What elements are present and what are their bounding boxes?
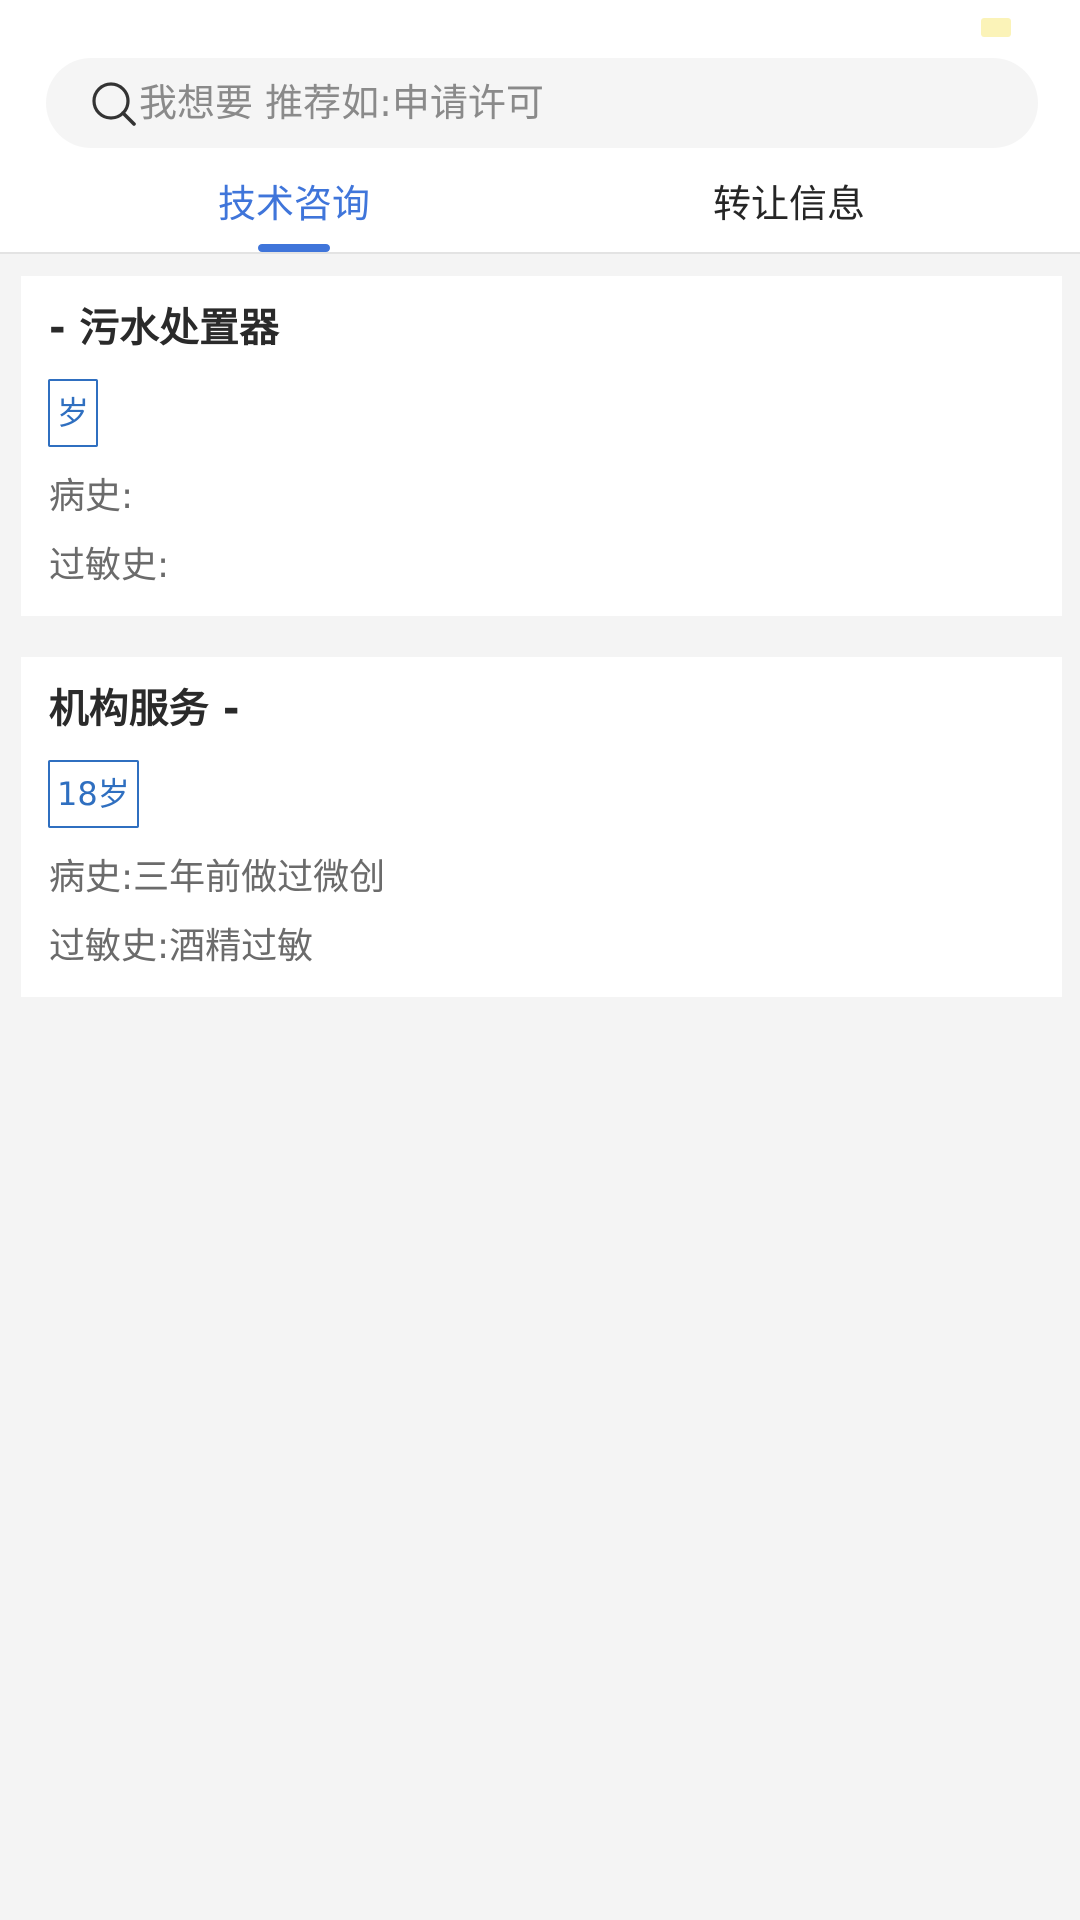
list-item[interactable]: - 污水处置器 岁 病史: 过敏史: bbox=[21, 276, 1062, 616]
search-bar[interactable]: 我想要 推荐如:申请许可 bbox=[46, 58, 1038, 148]
search-placeholder[interactable]: 我想要 推荐如:申请许可 bbox=[139, 58, 544, 148]
tab-technical-consulting[interactable]: 技术咨询 bbox=[218, 176, 370, 232]
tab-active-indicator bbox=[258, 244, 330, 252]
tab-transfer-info[interactable]: 转让信息 bbox=[713, 176, 865, 232]
medical-history: 病史:三年前做过微创 bbox=[49, 857, 386, 898]
medical-history: 病史: bbox=[49, 476, 134, 517]
age-badge: 岁 bbox=[48, 379, 99, 447]
header: 我想要 推荐如:申请许可 技术咨询 转让信息 bbox=[0, 0, 1080, 254]
age-badge: 18岁 bbox=[48, 760, 139, 828]
status-indicator-icon bbox=[981, 18, 1011, 37]
allergy-history: 过敏史: bbox=[49, 545, 170, 586]
list-item[interactable]: 机构服务 - 18岁 病史:三年前做过微创 过敏史:酒精过敏 bbox=[21, 657, 1062, 997]
allergy-history: 过敏史:酒精过敏 bbox=[49, 926, 314, 967]
search-icon bbox=[92, 82, 136, 126]
card-title: - 污水处置器 bbox=[49, 305, 280, 351]
card-title: 机构服务 - bbox=[49, 686, 240, 732]
